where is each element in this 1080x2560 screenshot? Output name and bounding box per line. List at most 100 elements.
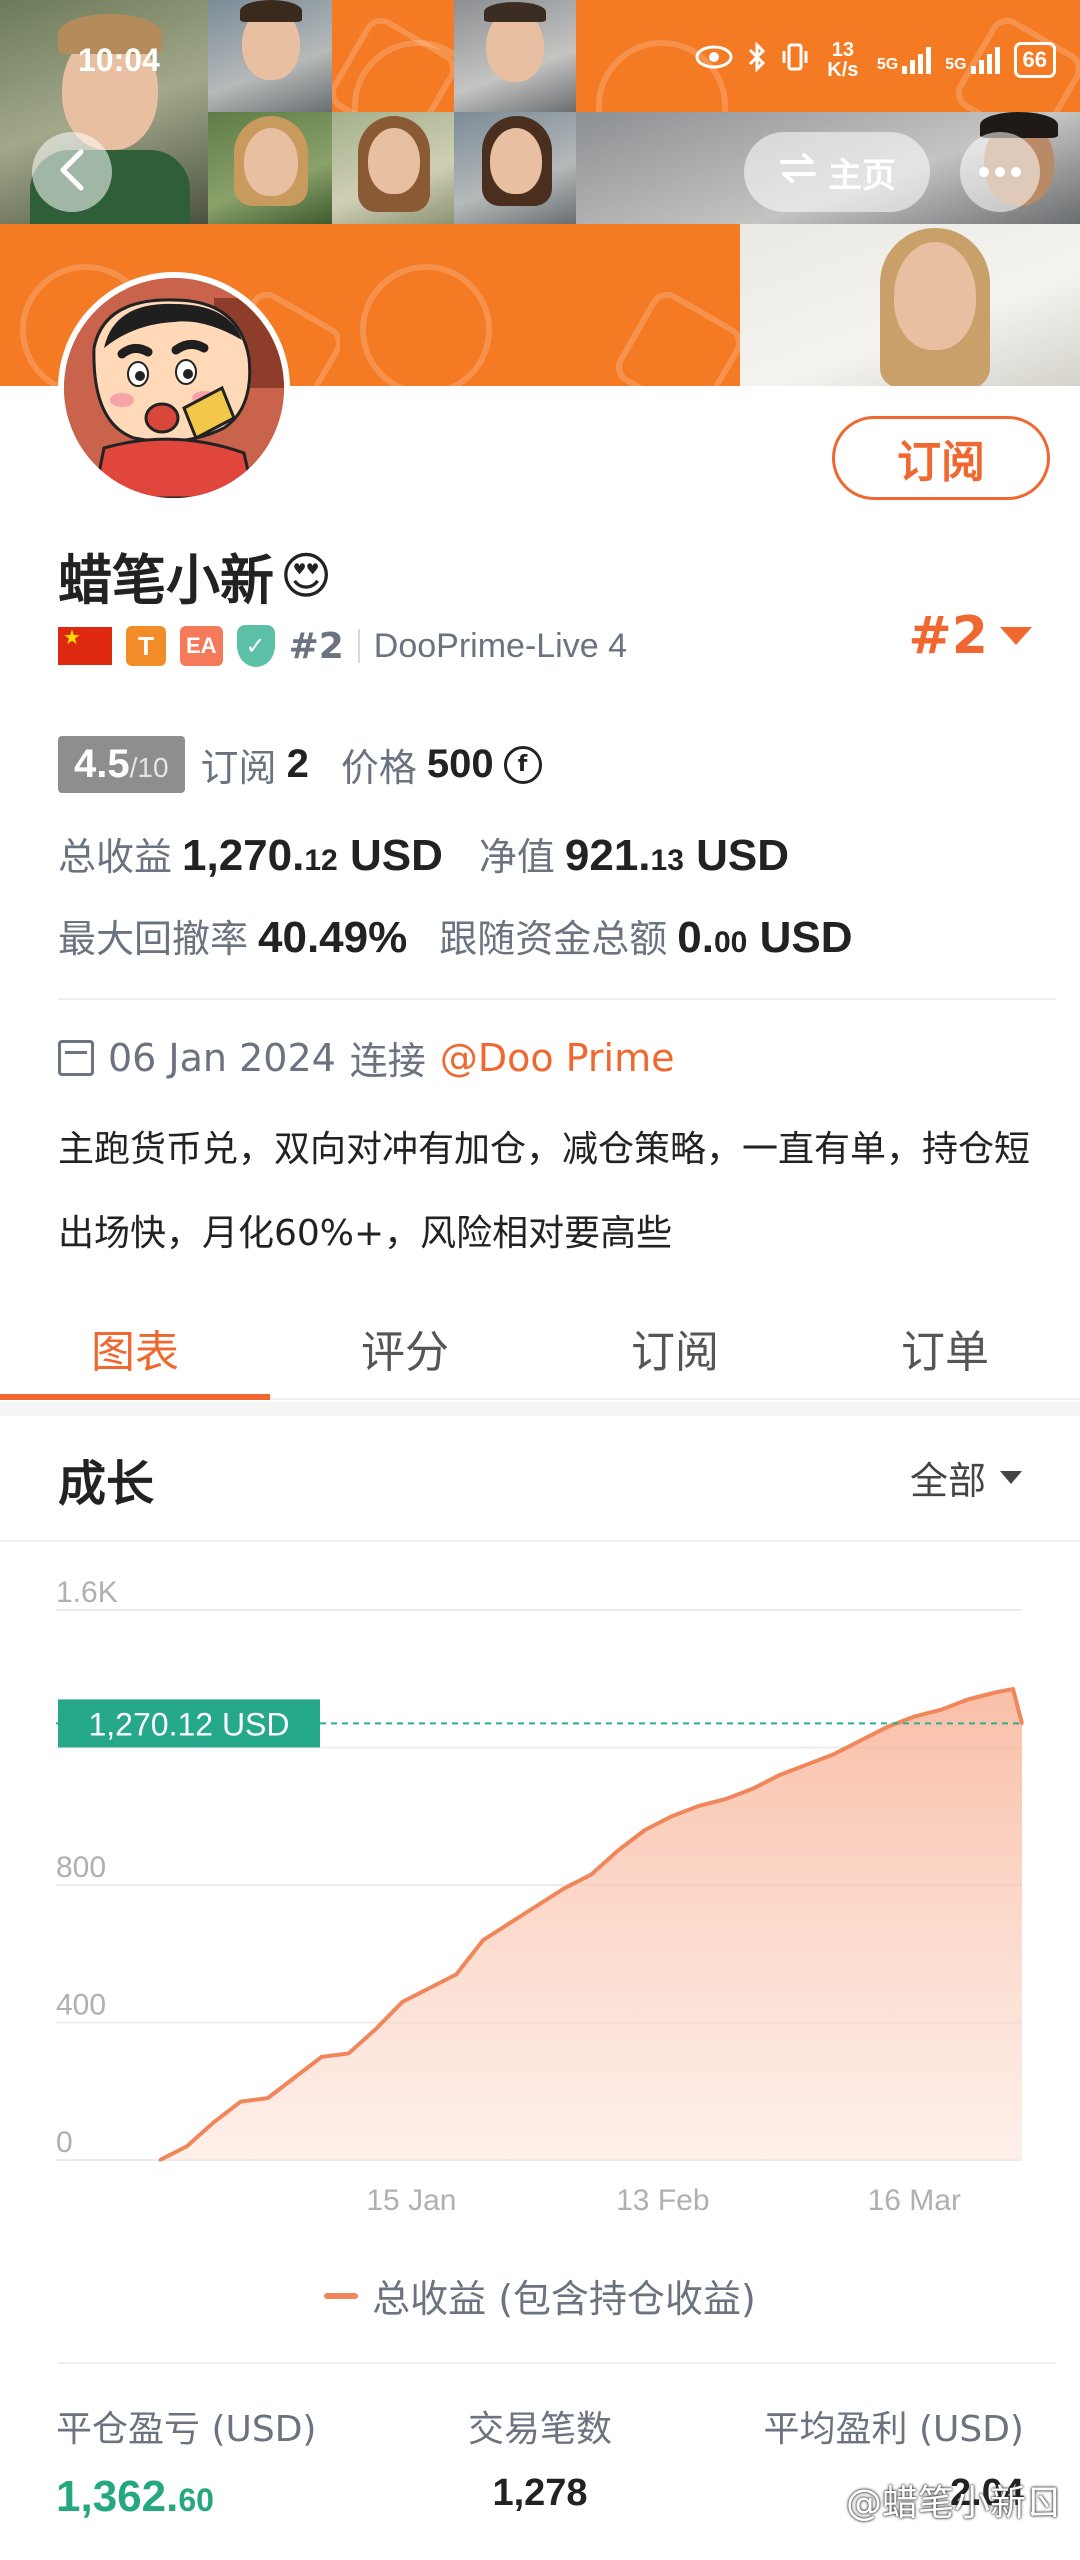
tab-orders[interactable]: 订单: [810, 1290, 1080, 1398]
stat-value: 1,362.60: [56, 2472, 214, 2521]
home-button[interactable]: 主页: [744, 132, 930, 212]
legend-label: 总收益 (包含持仓收益): [372, 2277, 756, 2321]
growth-chart: 04008001.2K1.6K15 Jan13 Feb16 Mar1,270.1…: [56, 1576, 1024, 2217]
subs-value: 2: [286, 742, 309, 786]
rating-badge: 4.5/10: [58, 736, 185, 793]
tab-subscribe[interactable]: 订阅: [540, 1290, 810, 1398]
data-point: [697, 1804, 701, 1808]
net-speed: 13 K/s: [827, 39, 859, 81]
back-button[interactable]: [32, 132, 112, 212]
data-point: [212, 2120, 216, 2124]
data-point: [616, 1849, 620, 1853]
data-point: [481, 1938, 485, 1942]
verified-shield-icon: ✓: [236, 625, 275, 667]
section-gap: [0, 1402, 1080, 1416]
profile-name: 蜡笔小新 😍: [58, 536, 332, 615]
data-point: [831, 1752, 835, 1756]
more-icon: [978, 163, 1022, 182]
data-point: [400, 2000, 404, 2004]
range-label: 全部: [909, 1459, 986, 1503]
rank-badge: #2: [288, 625, 344, 667]
data-point: [993, 1691, 997, 1694]
t-badge: T: [126, 626, 166, 666]
x-tick-label: 16 Mar: [868, 2184, 961, 2217]
y-tick-label: 800: [56, 1851, 106, 1884]
banner-photo: [454, 112, 576, 224]
switch-icon: [778, 152, 818, 193]
connect-label: 连接: [349, 1039, 426, 1083]
ea-badge: EA: [180, 626, 223, 666]
x-tick-label: 15 Jan: [366, 2184, 456, 2217]
data-point: [778, 1773, 782, 1777]
range-dropdown[interactable]: 全部: [910, 1450, 1022, 1505]
status-time: 10:04: [78, 42, 160, 78]
data-point: [508, 1921, 512, 1925]
data-point: [966, 1697, 970, 1701]
signal-icon: 5G: [945, 46, 1000, 74]
rank-selector[interactable]: #2: [908, 606, 1032, 666]
drawdown-row: 最大回撤率 40.49% 跟随资金总额 0.00 USD: [58, 908, 852, 963]
vibrate-icon: [781, 42, 809, 79]
data-point: [293, 2076, 297, 2079]
tab-bar: 图表 评分 订阅 订单: [0, 1290, 1080, 1400]
joined-row: 06 Jan 2024 连接 @Doo Prime: [58, 1030, 674, 1085]
banner-photo: [332, 112, 454, 224]
status-bar: 10:04 13 K/s 5G 5G 66: [0, 0, 1080, 120]
subscribe-button[interactable]: 订阅: [832, 416, 1050, 500]
more-button[interactable]: [960, 132, 1040, 212]
data-point: [454, 1972, 458, 1976]
data-point: [858, 1739, 862, 1743]
data-point: [724, 1797, 728, 1801]
data-point: [374, 2027, 377, 2031]
divider: [58, 2362, 1056, 2364]
legend-swatch: [324, 2292, 359, 2299]
data-point: [185, 2144, 189, 2148]
stat-label: 平仓盈亏 (USD): [56, 2409, 317, 2450]
y-tick-label: 400: [56, 1989, 106, 2022]
joined-date: 06 Jan 2024: [108, 1035, 336, 1080]
badge-row: T EA ✓ #2 DooPrime-Live 4: [58, 622, 627, 670]
total-profit-label: 总收益: [58, 835, 173, 879]
chevron-down-icon: [1000, 627, 1032, 645]
banner-tile: [340, 224, 740, 386]
chart-section-title: 成长: [58, 1456, 155, 1512]
calendar-icon: [58, 1039, 94, 1076]
data-point: [562, 1886, 566, 1890]
tab-chart[interactable]: 图表: [0, 1290, 270, 1400]
equity-value: 921.13 USD: [564, 831, 790, 880]
follow-label: 跟随资金总额: [439, 917, 668, 961]
current-value-label: 1,270.12 USD: [88, 1706, 289, 1742]
signal-icon: 5G: [877, 46, 932, 74]
coin-icon: f: [503, 745, 542, 784]
data-point: [885, 1725, 889, 1729]
total-profit-value: 1,270.12 USD: [182, 831, 443, 880]
stat-label: 交易笔数: [467, 2409, 612, 2450]
data-point: [939, 1708, 943, 1712]
subs-label: 订阅: [200, 746, 277, 790]
data-point: [1011, 1687, 1015, 1691]
broker-link[interactable]: @Doo Prime: [440, 1036, 675, 1080]
y-tick-label: 1.6K: [56, 1576, 118, 1609]
eye-icon: [695, 44, 733, 77]
price-value: 500: [426, 742, 494, 786]
stat-value: 1,278: [492, 2472, 588, 2514]
data-point: [751, 1787, 755, 1791]
china-flag-icon: [58, 625, 112, 665]
closed-pnl-stat: 平仓盈亏 (USD) 1,362.60: [56, 2400, 316, 2522]
data-point: [589, 1873, 593, 1877]
data-point: [670, 1814, 674, 1818]
divider: [58, 998, 1056, 1000]
data-point: [320, 2055, 324, 2059]
avatar[interactable]: [58, 272, 290, 504]
tab-rating[interactable]: 评分: [270, 1290, 540, 1398]
banner-photo: [740, 224, 1080, 386]
chart-legend: 总收益 (包含持仓收益): [0, 2268, 1080, 2323]
data-point: [239, 2100, 243, 2104]
profile-name-text: 蜡笔小新: [58, 549, 274, 612]
home-label: 主页: [828, 155, 896, 196]
status-icons: 13 K/s 5G 5G 66: [695, 40, 1056, 80]
y-tick-label: 0: [56, 2126, 73, 2159]
server-name: DooPrime-Live 4: [373, 626, 627, 665]
divider: [357, 629, 360, 663]
heart-eyes-emoji: 😍: [280, 546, 333, 605]
